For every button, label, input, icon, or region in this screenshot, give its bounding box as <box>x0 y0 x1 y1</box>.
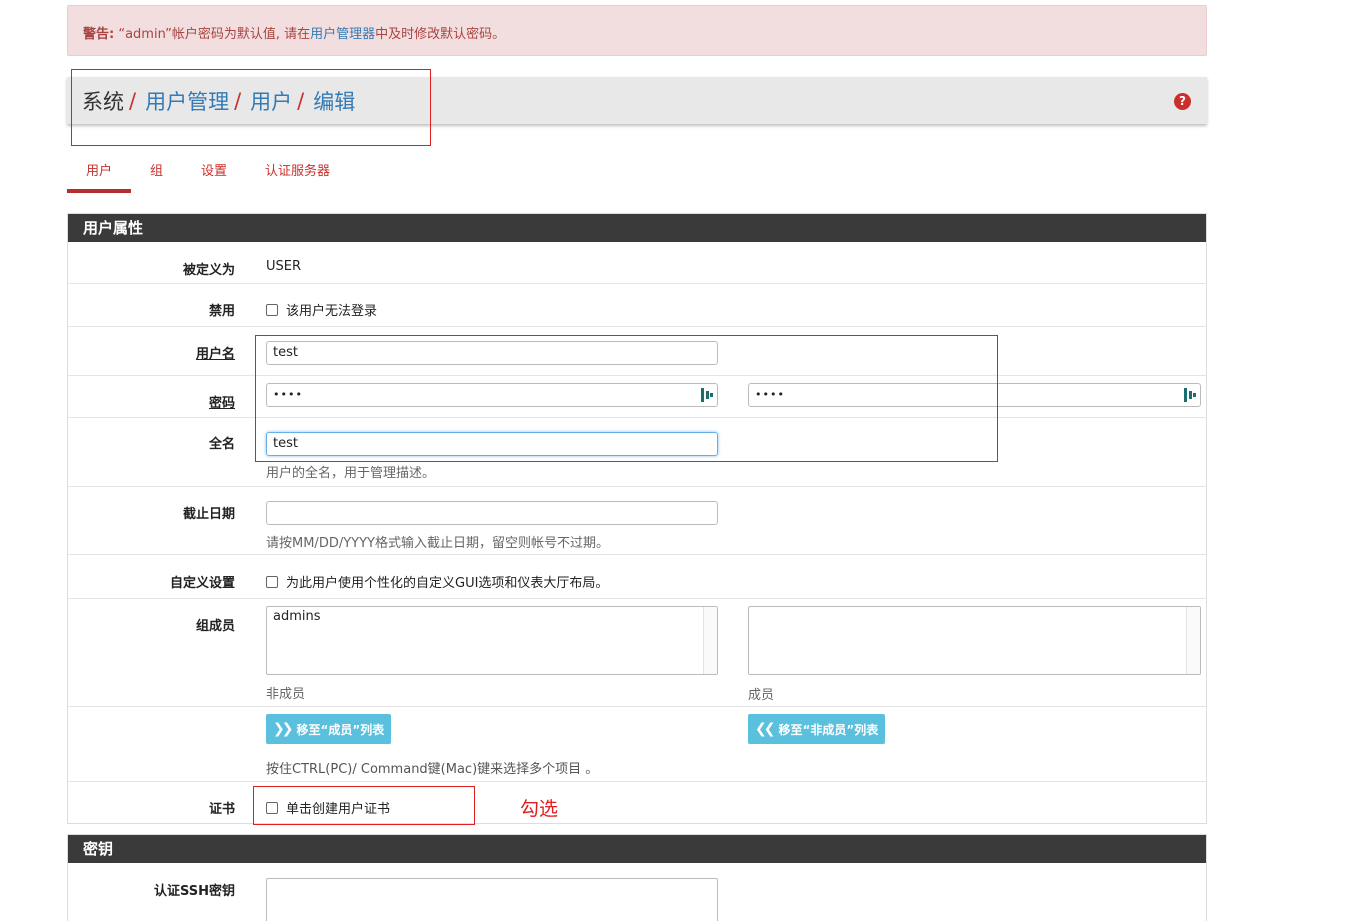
double-chevron-left-icon: ❮❮ <box>755 721 776 737</box>
disabled-text: 该用户无法登录 <box>286 304 378 319</box>
annotation-check-note: 勾选 <box>520 798 559 820</box>
warning-text: “admin”帐户密码为默认值, 请在 <box>114 27 311 42</box>
scrollbar[interactable] <box>703 607 717 674</box>
custom-settings-checkbox[interactable]: 为此用户使用个性化的自定义GUI选项和仪表大厅布局。 <box>266 572 608 591</box>
not-member-listbox[interactable]: admins <box>266 606 718 675</box>
expiry-help: 请按MM/DD/YYYY格式输入截止日期，留空则帐号不过期。 <box>266 536 609 551</box>
panel-title: 用户属性 <box>68 214 1206 242</box>
move-buttons-row: ❯❯ 移至“成员”列表 ❮❮ 移至“非成员”列表 按住CTRL(PC)/ Comma… <box>68 706 1206 781</box>
double-chevron-right-icon: ❯❯ <box>273 721 294 737</box>
ssh-key-textarea[interactable] <box>266 878 718 921</box>
certificate-row: 证书 单击创建用户证书 <box>68 781 1206 824</box>
defined-as-row: 被定义为 USER <box>68 242 1206 283</box>
move-to-member-label: 移至“成员”列表 <box>296 722 385 737</box>
defined-as-label: 被定义为 <box>182 263 235 278</box>
tab-groups[interactable]: 组 <box>131 150 182 193</box>
disabled-checkbox[interactable]: 该用户无法登录 <box>266 300 377 319</box>
expiry-label: 截止日期 <box>182 507 235 522</box>
scrollbar[interactable] <box>1186 607 1200 674</box>
keys-panel: 密钥 认证SSH密钥 <box>67 834 1207 921</box>
checkbox-box[interactable] <box>266 575 278 588</box>
password-manager-icon[interactable] <box>1184 388 1196 402</box>
tab-bar: 用户 组 设置 认证服务器 <box>67 150 349 193</box>
group-membership-row: 组成员 admins 非成员 成员 <box>68 598 1206 706</box>
default-password-warning: 警告: “admin”帐户密码为默认值, 请在用户管理器中及时修改默认密码。 <box>67 5 1207 56</box>
fullname-help: 用户的全名，用于管理描述。 <box>266 466 436 481</box>
tab-settings[interactable]: 设置 <box>182 150 246 193</box>
user-manager-link[interactable]: 用户管理器 <box>310 27 375 42</box>
defined-as-value: USER <box>266 259 302 274</box>
user-properties-panel: 用户属性 被定义为 USER 禁用 该用户无法登录 用户名 test 密码 ••… <box>67 213 1207 824</box>
ssh-key-label: 认证SSH密钥 <box>153 884 235 899</box>
warning-prefix: 警告: <box>83 27 115 42</box>
custom-settings-text: 为此用户使用个性化的自定义GUI选项和仪表大厅布局。 <box>286 576 609 591</box>
certificate-label: 证书 <box>208 802 235 817</box>
expiry-input[interactable] <box>266 501 718 525</box>
fullname-label: 全名 <box>208 437 235 452</box>
keys-panel-title: 密钥 <box>68 835 1206 863</box>
warning-text-tail: 中及时修改默认密码。 <box>375 27 506 42</box>
move-to-nonmember-label: 移至“非成员”列表 <box>778 722 879 737</box>
not-member-caption: 非成员 <box>266 687 306 702</box>
tab-users[interactable]: 用户 <box>67 150 132 193</box>
help-icon[interactable]: ? <box>1174 93 1191 110</box>
annotation-box-credentials <box>255 335 998 462</box>
custom-settings-label: 自定义设置 <box>169 576 235 591</box>
username-label: 用户名 <box>195 347 235 362</box>
member-listbox[interactable] <box>748 606 1201 675</box>
member-caption: 成员 <box>748 688 775 703</box>
annotation-box-certificate <box>253 786 475 825</box>
disabled-label: 禁用 <box>208 304 235 319</box>
annotation-box-breadcrumb <box>71 69 431 146</box>
checkbox-box[interactable] <box>266 303 278 316</box>
password-label: 密码 <box>208 396 235 411</box>
expiry-row: 截止日期 请按MM/DD/YYYY格式输入截止日期，留空则帐号不过期。 <box>68 486 1206 554</box>
tab-auth-servers[interactable]: 认证服务器 <box>246 150 349 193</box>
multi-select-help: 按住CTRL(PC)/ Command键(Mac)键来选择多个项目 。 <box>266 762 599 777</box>
move-to-member-button[interactable]: ❯❯ 移至“成员”列表 <box>266 714 392 744</box>
custom-settings-row: 自定义设置 为此用户使用个性化的自定义GUI选项和仪表大厅布局。 <box>68 554 1206 598</box>
group-membership-label: 组成员 <box>195 619 235 634</box>
ssh-key-row: 认证SSH密钥 <box>68 863 1206 921</box>
disabled-row: 禁用 该用户无法登录 <box>68 283 1206 326</box>
list-item[interactable]: admins <box>273 609 711 624</box>
move-to-nonmember-button[interactable]: ❮❮ 移至“非成员”列表 <box>748 714 886 744</box>
